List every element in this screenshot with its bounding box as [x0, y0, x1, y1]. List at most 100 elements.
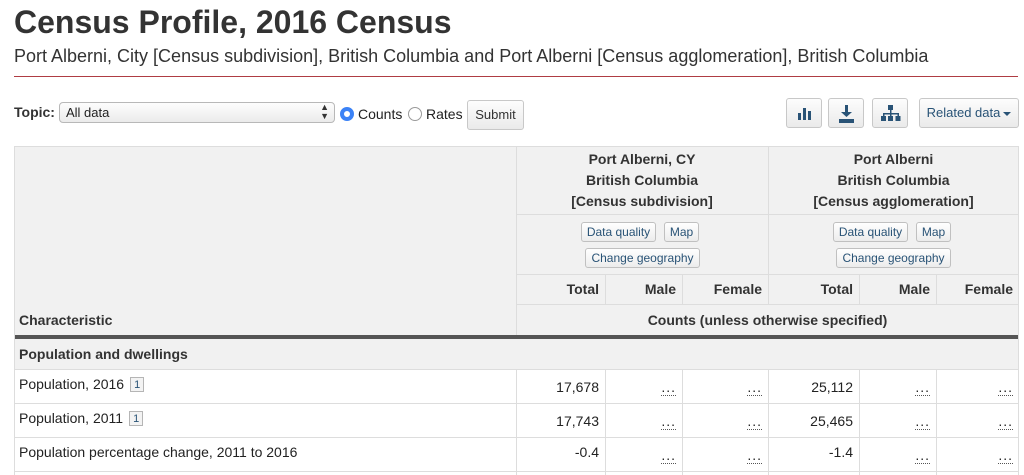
header-divider — [516, 146, 517, 335]
geo1-type: [Census subdivision] — [571, 193, 713, 209]
download-button[interactable] — [828, 98, 864, 128]
not-applicable-dots: ... — [998, 447, 1013, 464]
geo1-female-value: ... — [682, 379, 768, 396]
geo2-header: Port Alberni British Columbia [Census ag… — [768, 149, 1019, 212]
topic-select-value: All data — [66, 105, 110, 120]
not-applicable-dots: ... — [915, 379, 930, 396]
geo2-total-value: 25,465 — [810, 413, 853, 429]
geo1-male-value: ... — [605, 413, 682, 430]
geo1-total-header: Total — [566, 281, 599, 297]
geo1-data-quality-button[interactable]: Data quality — [581, 222, 656, 242]
geo1-total-value: 17,678 — [556, 379, 599, 395]
table-border — [14, 146, 15, 475]
geo2-male-value: ... — [859, 379, 936, 396]
not-applicable-dots: ... — [998, 413, 1013, 430]
related-data-dropdown[interactable]: Related data — [919, 98, 1019, 128]
counts-radio-option[interactable]: Counts — [340, 105, 402, 123]
geo2-total-value: 25,112 — [811, 379, 853, 395]
row-label-text: Population, 2016 — [19, 376, 125, 392]
page-title: Census Profile, 2016 Census — [14, 4, 452, 40]
geo1-total-value: -0.4 — [574, 444, 599, 460]
section-title: Population and dwellings — [19, 346, 188, 362]
geo1-total-value: 17,743 — [556, 413, 599, 429]
column-divider — [516, 370, 517, 475]
page-subtitle: Port Alberni, City [Census subdivision],… — [14, 46, 929, 66]
row-label: Population, 2011 1 — [14, 410, 144, 426]
row-label-text: Population, 2011 — [19, 410, 124, 426]
rates-radio[interactable] — [408, 107, 422, 121]
geo1-province: British Columbia — [585, 172, 698, 188]
submit-button[interactable]: Submit — [467, 100, 524, 130]
geo1-map-button[interactable]: Map — [664, 222, 699, 242]
geo2-male-header: Male — [898, 281, 930, 297]
not-applicable-dots: ... — [661, 379, 676, 396]
geo2-male-value: ... — [859, 447, 936, 464]
rates-radio-label: Rates — [426, 106, 463, 122]
header-divider — [682, 274, 683, 304]
geo2-female-value: ... — [936, 379, 1019, 396]
counts-radio[interactable] — [340, 107, 354, 121]
column-divider — [859, 370, 860, 475]
footnote-link[interactable]: 1 — [129, 411, 144, 426]
header-divider — [605, 274, 606, 304]
geo2-change-geography-button[interactable]: Change geography — [836, 248, 951, 268]
counts-header: Counts (unless otherwise specified) — [647, 312, 888, 328]
geo1-female-header: Female — [713, 281, 762, 297]
header-divider — [936, 274, 937, 304]
topic-label: Topic: — [14, 104, 55, 120]
topic-select[interactable]: All data ▲ ▼ — [59, 102, 335, 123]
column-divider — [605, 370, 606, 475]
geo2-female-value: ... — [936, 413, 1019, 430]
toolbar: Topic: All data ▲▼ Counts Rates Submit — [14, 98, 1019, 132]
census-table: Port Alberni, CY British Columbia [Censu… — [14, 146, 1019, 475]
geo1-header: Port Alberni, CY British Columbia [Censu… — [516, 149, 768, 212]
row-label: Population percentage change, 2011 to 20… — [14, 444, 297, 460]
title-divider — [14, 76, 1018, 77]
chart-button[interactable] — [786, 98, 822, 128]
bar-chart-icon — [798, 108, 811, 120]
geo2-total-header: Total — [820, 281, 853, 297]
geo2-type: [Census agglomeration] — [813, 193, 974, 209]
counts-radio-label: Counts — [358, 106, 403, 122]
rates-radio-option[interactable]: Rates — [408, 105, 463, 123]
hierarchy-button[interactable] — [872, 98, 908, 128]
select-arrows-icon: ▲ ▼ — [320, 102, 329, 121]
geo1-female-value: ... — [682, 413, 768, 430]
table-border — [14, 146, 1019, 147]
header-divider — [516, 274, 1019, 275]
row-label-text: Population percentage change, 2011 to 20… — [19, 444, 298, 460]
geo2-province: British Columbia — [837, 172, 950, 188]
characteristic-header: Characteristic — [19, 312, 113, 328]
header-divider — [516, 304, 1019, 305]
hierarchy-icon — [881, 105, 901, 121]
not-applicable-dots: ... — [661, 413, 676, 430]
geo1-male-header: Male — [644, 281, 676, 297]
caret-down-icon — [1003, 111, 1012, 116]
geo1-name: Port Alberni, CY — [588, 151, 696, 167]
download-icon — [839, 105, 854, 123]
header-divider — [859, 274, 860, 304]
not-applicable-dots: ... — [998, 379, 1013, 396]
geo2-map-button[interactable]: Map — [916, 222, 951, 242]
geo2-female-value: ... — [936, 447, 1019, 464]
geo2-total-value: -1.4 — [828, 444, 853, 460]
geo2-male-value: ... — [859, 413, 936, 430]
not-applicable-dots: ... — [747, 413, 762, 430]
row-label: Population, 2016 1 — [14, 376, 145, 392]
header-divider — [768, 146, 769, 304]
not-applicable-dots: ... — [747, 379, 762, 396]
geo2-data-quality-button[interactable]: Data quality — [833, 222, 908, 242]
geo2-name: Port Alberni — [853, 151, 934, 167]
not-applicable-dots: ... — [747, 447, 762, 464]
column-divider — [768, 370, 769, 475]
geo1-change-geography-button[interactable]: Change geography — [585, 248, 700, 268]
geo1-male-value: ... — [605, 379, 682, 396]
not-applicable-dots: ... — [661, 447, 676, 464]
column-divider — [936, 370, 937, 475]
footnote-link[interactable]: 1 — [130, 377, 145, 392]
column-divider — [682, 370, 683, 475]
header-divider — [516, 214, 1019, 215]
geo1-male-value: ... — [605, 447, 682, 464]
not-applicable-dots: ... — [915, 447, 930, 464]
related-data-label: Related data — [926, 105, 1001, 120]
